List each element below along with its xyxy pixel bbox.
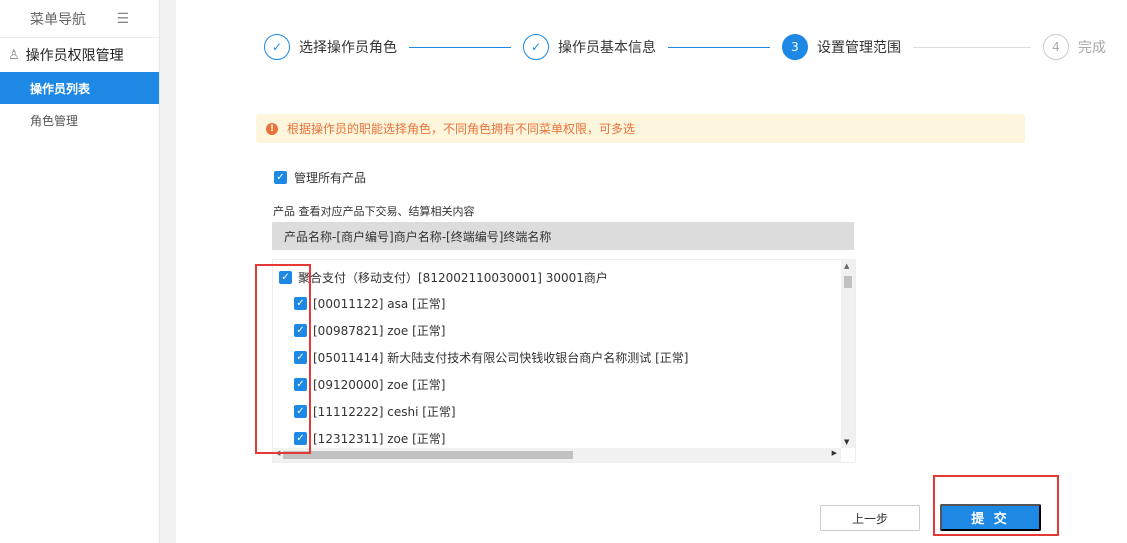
highlight-box-checkboxes <box>255 264 311 454</box>
tree-node-label: [00011122] asa [正常] <box>313 297 446 311</box>
sidebar-item-label: 操作员列表 <box>30 81 91 96</box>
check-icon: ✓ <box>264 34 290 60</box>
tree-root-node[interactable]: ✓ 聚合支付（移动支付）[812002110030001] 30001商户 <box>279 269 608 286</box>
check-icon: ✓ <box>523 34 549 60</box>
step-number: 4 <box>1043 34 1069 60</box>
scroll-up-icon[interactable]: ▲ <box>844 262 849 270</box>
manage-all-label: 管理所有产品 <box>294 171 367 185</box>
product-tree[interactable]: ✓ 聚合支付（移动支付）[812002110030001] 30001商户 ✓ … <box>272 259 856 463</box>
sidebar-group-operator-permissions[interactable]: ♙ 操作员权限管理 <box>0 38 159 72</box>
tree-node-label: [11112222] ceshi [正常] <box>313 405 456 419</box>
step-connector <box>913 46 1031 48</box>
scroll-right-icon[interactable]: ▶ <box>832 449 837 457</box>
step-3: 3 设置管理范围 <box>782 34 901 60</box>
scrollbar-thumb[interactable] <box>844 276 852 288</box>
manage-all-products[interactable]: ✓ 管理所有产品 <box>274 169 366 186</box>
menu-fold-icon[interactable]: ☰ <box>116 11 129 27</box>
step-label: 完成 <box>1078 40 1106 56</box>
warning-icon: ! <box>266 122 278 135</box>
user-icon: ♙ <box>8 47 20 63</box>
tree-child-node[interactable]: ✓ [09120000] zoe [正常] <box>294 376 445 393</box>
tree-child-node[interactable]: ✓ [12312311] zoe [正常] <box>294 430 445 447</box>
step-2: ✓ 操作员基本信息 <box>523 34 656 60</box>
sidebar-title: 菜单导航 <box>30 11 86 28</box>
scroll-down-icon[interactable]: ▼ <box>844 438 849 446</box>
sidebar-group-label: 操作员权限管理 <box>25 48 124 64</box>
vertical-scrollbar[interactable]: ▲ ▼ <box>841 260 855 448</box>
submit-button[interactable]: 提 交 <box>940 504 1041 531</box>
step-4: 4 完成 <box>1043 34 1106 60</box>
tree-node-label: [12312311] zoe [正常] <box>313 432 446 446</box>
previous-step-button[interactable]: 上一步 <box>820 505 920 531</box>
sidebar-item-operator-list[interactable]: 操作员列表 <box>0 72 159 104</box>
sidebar-item-label: 角色管理 <box>30 113 79 128</box>
sidebar-item-role-management[interactable]: 角色管理 <box>0 104 159 136</box>
tree-node-label: 聚合支付（移动支付）[812002110030001] 30001商户 <box>298 271 608 285</box>
step-connector <box>668 46 770 48</box>
tree-child-node[interactable]: ✓ [00011122] asa [正常] <box>294 295 445 312</box>
tree-viewport: ✓ 聚合支付（移动支付）[812002110030001] 30001商户 ✓ … <box>273 260 841 448</box>
tree-child-node[interactable]: ✓ [05011414] 新大陆支付技术有限公司快钱收银台商户名称测试 [正常] <box>294 349 688 366</box>
step-number: 3 <box>782 34 808 60</box>
step-label: 操作员基本信息 <box>558 40 656 56</box>
sidebar-header: 菜单导航 ☰ <box>0 0 159 38</box>
layout-gutter <box>160 0 176 543</box>
tree-node-label: [09120000] zoe [正常] <box>313 378 446 392</box>
step-label: 选择操作员角色 <box>299 40 397 56</box>
tree-child-node[interactable]: ✓ [00987821] zoe [正常] <box>294 322 445 339</box>
step-indicator: ✓ 选择操作员角色 ✓ 操作员基本信息 3 设置管理范围 4 完成 <box>264 34 1106 60</box>
scrollbar-thumb[interactable] <box>283 451 573 459</box>
sidebar: 菜单导航 ☰ ♙ 操作员权限管理 操作员列表 角色管理 <box>0 0 160 543</box>
horizontal-scrollbar[interactable]: ◀ ▶ <box>273 448 841 462</box>
main-content: ✓ 选择操作员角色 ✓ 操作员基本信息 3 设置管理范围 4 完成 ! 根据操作… <box>176 0 1127 543</box>
step-label: 设置管理范围 <box>817 40 901 56</box>
alert-text: 根据操作员的职能选择角色，不同角色拥有不同菜单权限，可多选 <box>287 122 636 136</box>
product-caption: 产品 查看对应产品下交易、结算相关内容 <box>273 205 475 218</box>
info-alert: ! 根据操作员的职能选择角色，不同角色拥有不同菜单权限，可多选 <box>256 114 1025 143</box>
step-1: ✓ 选择操作员角色 <box>264 34 397 60</box>
tree-child-node[interactable]: ✓ [11112222] ceshi [正常] <box>294 403 456 420</box>
step-connector <box>409 46 511 48</box>
tree-node-label: [05011414] 新大陆支付技术有限公司快钱收银台商户名称测试 [正常] <box>313 351 689 365</box>
tree-node-label: [00987821] zoe [正常] <box>313 324 446 338</box>
checkbox-checked-icon[interactable]: ✓ <box>274 171 287 184</box>
tree-column-header: 产品名称-[商户编号]商户名称-[终端编号]终端名称 <box>272 222 854 250</box>
